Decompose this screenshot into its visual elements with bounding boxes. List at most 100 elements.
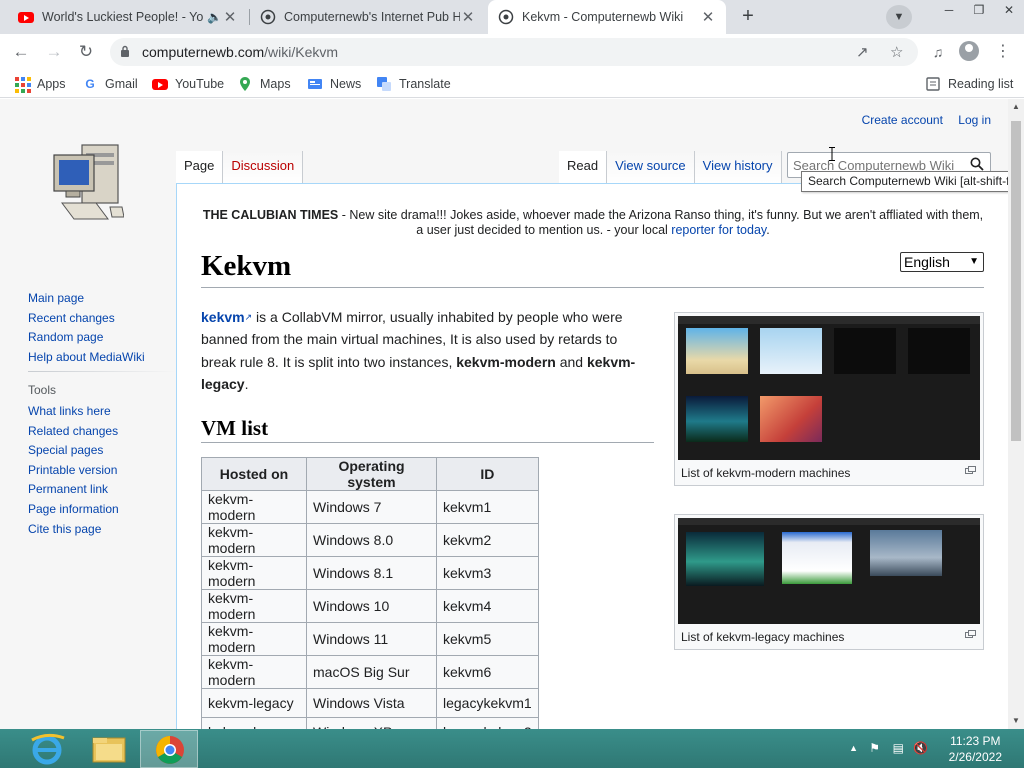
profile-icon[interactable] — [959, 41, 979, 61]
new-tab-button[interactable]: + — [735, 5, 761, 29]
reading-list-button[interactable]: Reading list — [925, 76, 1013, 92]
news-icon — [308, 79, 322, 89]
taskbar-clock[interactable]: 11:23 PM 2/26/2022 — [949, 733, 1002, 765]
login-link[interactable]: Log in — [958, 113, 991, 127]
back-icon[interactable]: ← — [8, 40, 34, 64]
cell-id: kekvm5 — [436, 622, 539, 656]
column-header: ID — [436, 457, 539, 491]
cell-id: kekvm2 — [436, 523, 539, 557]
sidebar-item-permanent-link[interactable]: Permanent link — [28, 480, 119, 500]
enlarge-icon[interactable] — [965, 630, 976, 638]
close-tab-icon[interactable]: ✕ — [460, 8, 476, 26]
notice-text: - New site drama!!! Jokes aside, whoever… — [338, 208, 984, 237]
title-divider — [201, 287, 984, 288]
file-explorer-icon[interactable] — [80, 730, 138, 768]
tab-search-button[interactable]: ▼ — [886, 5, 912, 29]
bookmark-label: News — [330, 77, 362, 91]
table-row: kekvm-modern Windows 7 kekvm1 — [201, 490, 539, 524]
search-tooltip: Search Computernewb Wiki [alt-shift-f] — [801, 171, 1008, 192]
tab-view-history[interactable]: View history — [694, 151, 782, 183]
bookmark-translate[interactable]: Translate — [376, 76, 451, 92]
browser-toolbar: ← → ↻ computernewb.com/wiki/Kekvm ↗ ☆ ♫ … — [0, 34, 1024, 70]
tab-internet-pub[interactable]: Computernewb's Internet Pub H ✕ — [250, 0, 486, 34]
sidebar-navigation: Main page Recent changes Random page Hel… — [28, 289, 145, 367]
site-logo[interactable] — [52, 141, 124, 223]
forward-icon[interactable]: → — [41, 40, 67, 64]
sidebar-item-main-page[interactable]: Main page — [28, 289, 145, 309]
sidebar-item-page-information[interactable]: Page information — [28, 500, 119, 520]
bookmark-apps[interactable]: Apps — [14, 76, 66, 93]
cell-os: Windows 7 — [306, 490, 437, 524]
speaker-icon[interactable]: 🔈 — [207, 10, 222, 24]
thumbnail-modern: List of kekvm-modern machines — [674, 312, 984, 486]
cell-host: kekvm-legacy — [201, 688, 307, 718]
table-row: kekvm-modern Windows 10 kekvm4 — [201, 589, 539, 623]
sidebar-item-recent-changes[interactable]: Recent changes — [28, 309, 145, 329]
notice-link[interactable]: reporter for today — [671, 223, 766, 237]
bookmark-maps[interactable]: Maps — [237, 76, 291, 92]
tab-read[interactable]: Read — [559, 151, 608, 183]
chrome-taskbar-icon[interactable] — [140, 730, 198, 768]
sidebar-item-help[interactable]: Help about MediaWiki — [28, 348, 145, 368]
youtube-icon — [152, 76, 168, 92]
clock-date: 2/26/2022 — [948, 750, 1002, 764]
close-tab-icon[interactable]: ✕ — [700, 8, 716, 26]
chevron-down-icon: ▼ — [969, 256, 979, 267]
url-text[interactable]: computernewb.com/wiki/Kekvm — [142, 44, 338, 60]
tab-discussion[interactable]: Discussion — [223, 151, 304, 183]
sidebar-item-special-pages[interactable]: Special pages — [28, 441, 119, 461]
volume-muted-icon[interactable]: 🔇 — [913, 741, 928, 755]
restore-icon[interactable]: ❐ — [964, 0, 994, 20]
kekvm-external-link[interactable]: kekvm — [201, 309, 245, 325]
bookmark-gmail[interactable]: G Gmail — [82, 76, 138, 92]
windows-taskbar: ▲ ⚑ ▤ 🔇 11:23 PM 2/26/2022 — [0, 729, 1024, 768]
table-row: kekvm-modern Windows 8.0 kekvm2 — [201, 523, 539, 557]
internet-explorer-icon[interactable] — [18, 730, 76, 768]
bookmark-youtube[interactable]: YouTube — [152, 76, 224, 92]
close-tab-icon[interactable]: ✕ — [222, 8, 238, 26]
cell-os: Windows 8.0 — [306, 523, 437, 557]
legacy-machines-image[interactable] — [678, 518, 980, 624]
tab-page[interactable]: Page — [176, 151, 224, 183]
menu-kebab-icon[interactable]: ⋮ — [990, 40, 1016, 64]
bookmark-star-icon[interactable]: ☆ — [890, 43, 903, 61]
enlarge-icon[interactable] — [965, 466, 976, 474]
scroll-up-icon[interactable]: ▲ — [1012, 102, 1020, 111]
google-icon: G — [85, 77, 95, 91]
search-icon[interactable] — [970, 157, 984, 171]
modern-machines-image[interactable] — [678, 316, 980, 460]
create-account-link[interactable]: Create account — [862, 113, 943, 127]
scroll-down-icon[interactable]: ▼ — [1012, 716, 1020, 725]
share-icon[interactable]: ↗ — [856, 43, 869, 61]
page-title: Kekvm — [201, 250, 292, 282]
youtube-icon — [18, 11, 34, 23]
window-controls: ─ ❐ ✕ — [934, 0, 1024, 22]
sidebar-item-random-page[interactable]: Random page — [28, 328, 145, 348]
lock-icon[interactable] — [120, 45, 130, 57]
cell-id: kekvm1 — [436, 490, 539, 524]
sidebar-item-related-changes[interactable]: Related changes — [28, 422, 119, 442]
sidebar-item-what-links-here[interactable]: What links here — [28, 402, 119, 422]
scroll-thumb[interactable] — [1011, 121, 1021, 441]
bookmark-label: Gmail — [105, 77, 138, 91]
maps-icon — [240, 77, 250, 91]
tab-youtube[interactable]: World's Luckiest People! - Yo 🔈 ✕ — [8, 0, 248, 34]
tab-kekvm[interactable]: Kekvm - Computernewb Wiki ✕ — [488, 0, 726, 34]
address-bar[interactable]: computernewb.com/wiki/Kekvm ↗ ☆ — [110, 38, 918, 66]
media-control-icon[interactable]: ♫ — [925, 40, 951, 64]
reload-icon[interactable]: ↻ — [73, 40, 99, 64]
language-select[interactable]: English ▼ — [900, 252, 984, 272]
sidebar-item-printable-version[interactable]: Printable version — [28, 461, 119, 481]
main-content: THE CALUBIAN TIMES - New site drama!!! J… — [176, 183, 1008, 729]
show-hidden-icons[interactable]: ▲ — [849, 743, 858, 753]
sidebar-item-cite-this-page[interactable]: Cite this page — [28, 520, 119, 540]
tab-view-source[interactable]: View source — [607, 151, 695, 183]
bookmark-news[interactable]: News — [307, 76, 361, 92]
minimize-icon[interactable]: ─ — [934, 0, 964, 20]
close-window-icon[interactable]: ✕ — [994, 0, 1024, 20]
tab-strip: World's Luckiest People! - Yo 🔈 ✕ Comput… — [0, 0, 1024, 34]
network-icon[interactable]: ▤ — [893, 741, 904, 755]
table-header-row: Hosted on Operating system ID — [201, 457, 539, 491]
page-scrollbar[interactable]: ▲ ▼ — [1008, 99, 1024, 729]
flag-icon[interactable]: ⚑ — [869, 741, 880, 755]
